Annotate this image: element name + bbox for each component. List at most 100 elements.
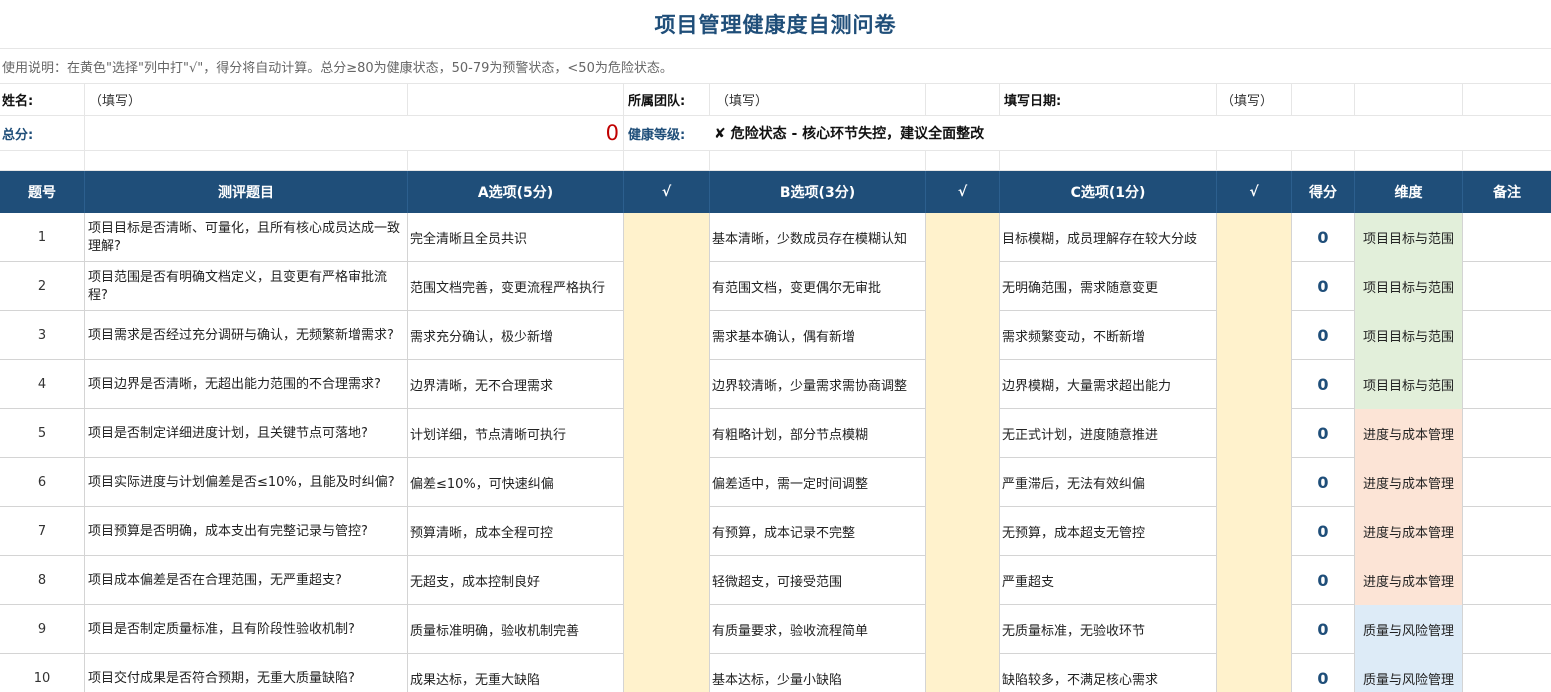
table-row: 10 项目交付成果是否符合预期，无重大质量缺陷? 成果达标，无重大缺陷 基本达标… — [0, 654, 1551, 692]
check-b-cell[interactable] — [926, 605, 1000, 654]
total-score: 0 — [85, 116, 624, 150]
info-row-total: 总分: 0 健康等级: ✘ 危险状态 - 核心环节失控，建议全面整改 — [0, 116, 1551, 151]
question-cell: 项目目标是否清晰、可量化，且所有核心成员达成一致理解? — [85, 213, 408, 262]
check-c-cell[interactable] — [1217, 507, 1292, 556]
row-number: 7 — [0, 507, 85, 556]
option-c-cell: 缺陷较多，不满足核心需求 — [1000, 654, 1217, 692]
col-header-check-c: √ — [1217, 171, 1292, 213]
option-a-cell: 预算清晰，成本全程可控 — [408, 507, 624, 556]
check-a-cell[interactable] — [624, 213, 710, 262]
remark-cell[interactable] — [1463, 654, 1551, 692]
dimension-cell: 项目目标与范围 — [1355, 262, 1463, 311]
option-c-cell: 无质量标准，无验收环节 — [1000, 605, 1217, 654]
check-a-cell[interactable] — [624, 311, 710, 360]
option-a-cell: 计划详细，节点清晰可执行 — [408, 409, 624, 458]
option-c-cell: 无预算，成本超支无管控 — [1000, 507, 1217, 556]
dimension-cell: 质量与风险管理 — [1355, 605, 1463, 654]
check-c-cell[interactable] — [1217, 458, 1292, 507]
check-b-cell[interactable] — [926, 360, 1000, 409]
col-header-no: 题号 — [0, 171, 85, 213]
table-row: 3 项目需求是否经过充分调研与确认，无频繁新增需求? 需求充分确认，极少新增 需… — [0, 311, 1551, 360]
check-b-cell[interactable] — [926, 654, 1000, 692]
spacer-cell — [624, 151, 710, 170]
table-header: 题号 测评题目 A选项(5分) √ B选项(3分) √ C选项(1分) √ 得分… — [0, 171, 1551, 213]
check-a-cell[interactable] — [624, 458, 710, 507]
check-a-cell[interactable] — [624, 409, 710, 458]
option-a-cell: 边界清晰，无不合理需求 — [408, 360, 624, 409]
remark-cell[interactable] — [1463, 311, 1551, 360]
score-cell: 0 — [1292, 556, 1355, 605]
check-b-cell[interactable] — [926, 507, 1000, 556]
remark-cell[interactable] — [1463, 262, 1551, 311]
option-b-cell: 偏差适中，需一定时间调整 — [710, 458, 926, 507]
spacer-row — [0, 151, 1551, 171]
check-b-cell[interactable] — [926, 409, 1000, 458]
row-number: 10 — [0, 654, 85, 692]
check-c-cell[interactable] — [1217, 360, 1292, 409]
table-row: 2 项目范围是否有明确文档定义，且变更有严格审批流程? 范围文档完善，变更流程严… — [0, 262, 1551, 311]
option-b-cell: 有范围文档，变更偶尔无审批 — [710, 262, 926, 311]
check-c-cell[interactable] — [1217, 556, 1292, 605]
col-header-dimension: 维度 — [1355, 171, 1463, 213]
score-cell: 0 — [1292, 311, 1355, 360]
check-b-cell[interactable] — [926, 213, 1000, 262]
col-header-check-a: √ — [624, 171, 710, 213]
spacer-cell — [408, 151, 624, 170]
remark-cell[interactable] — [1463, 360, 1551, 409]
option-b-cell: 基本达标，少量小缺陷 — [710, 654, 926, 692]
instructions: 使用说明：在黄色"选择"列中打"√"，得分将自动计算。总分≥80为健康状态，50… — [0, 49, 1551, 84]
question-cell: 项目需求是否经过充分调研与确认，无频繁新增需求? — [85, 311, 408, 360]
row-number: 2 — [0, 262, 85, 311]
remark-cell[interactable] — [1463, 409, 1551, 458]
score-cell: 0 — [1292, 360, 1355, 409]
check-a-cell[interactable] — [624, 360, 710, 409]
question-cell: 项目交付成果是否符合预期，无重大质量缺陷? — [85, 654, 408, 692]
option-b-cell: 有质量要求，验收流程简单 — [710, 605, 926, 654]
check-b-cell[interactable] — [926, 311, 1000, 360]
dimension-cell: 进度与成本管理 — [1355, 556, 1463, 605]
row-number: 4 — [0, 360, 85, 409]
check-b-cell[interactable] — [926, 458, 1000, 507]
dimension-cell: 质量与风险管理 — [1355, 654, 1463, 692]
check-b-cell[interactable] — [926, 262, 1000, 311]
total-label: 总分: — [0, 116, 85, 150]
table-row: 4 项目边界是否清晰，无超出能力范围的不合理需求? 边界清晰，无不合理需求 边界… — [0, 360, 1551, 409]
spacer-cell — [85, 151, 408, 170]
row-number: 1 — [0, 213, 85, 262]
check-c-cell[interactable] — [1217, 311, 1292, 360]
check-a-cell[interactable] — [624, 654, 710, 692]
check-c-cell[interactable] — [1217, 654, 1292, 692]
name-field-extra — [408, 84, 624, 115]
question-cell: 项目是否制定质量标准，且有阶段性验收机制? — [85, 605, 408, 654]
spacer-cell — [1000, 151, 1217, 170]
remark-cell[interactable] — [1463, 605, 1551, 654]
table-row: 8 项目成本偏差是否在合理范围，无严重超支? 无超支，成本控制良好 轻微超支，可… — [0, 556, 1551, 605]
check-a-cell[interactable] — [624, 507, 710, 556]
option-c-cell: 目标模糊，成员理解存在较大分歧 — [1000, 213, 1217, 262]
check-c-cell[interactable] — [1217, 213, 1292, 262]
option-c-cell: 无正式计划，进度随意推进 — [1000, 409, 1217, 458]
remark-cell[interactable] — [1463, 458, 1551, 507]
row-number: 8 — [0, 556, 85, 605]
check-c-cell[interactable] — [1217, 605, 1292, 654]
check-c-cell[interactable] — [1217, 262, 1292, 311]
check-b-cell[interactable] — [926, 556, 1000, 605]
spacer-cell — [1292, 151, 1355, 170]
remark-cell[interactable] — [1463, 556, 1551, 605]
check-c-cell[interactable] — [1217, 409, 1292, 458]
team-field[interactable]: （填写） — [710, 84, 926, 115]
check-a-cell[interactable] — [624, 605, 710, 654]
col-header-option-a: A选项(5分) — [408, 171, 624, 213]
check-a-cell[interactable] — [624, 556, 710, 605]
option-a-cell: 完全清晰且全员共识 — [408, 213, 624, 262]
remark-cell[interactable] — [1463, 507, 1551, 556]
title-row: 项目管理健康度自测问卷 — [0, 0, 1551, 49]
level-label: 健康等级: — [628, 127, 686, 143]
date-field[interactable]: （填写） — [1217, 84, 1292, 115]
option-b-cell: 边界较清晰，少量需求需协商调整 — [710, 360, 926, 409]
remark-cell[interactable] — [1463, 213, 1551, 262]
option-a-cell: 范围文档完善，变更流程严格执行 — [408, 262, 624, 311]
check-a-cell[interactable] — [624, 262, 710, 311]
option-a-cell: 无超支，成本控制良好 — [408, 556, 624, 605]
name-field[interactable]: （填写） — [85, 84, 408, 115]
